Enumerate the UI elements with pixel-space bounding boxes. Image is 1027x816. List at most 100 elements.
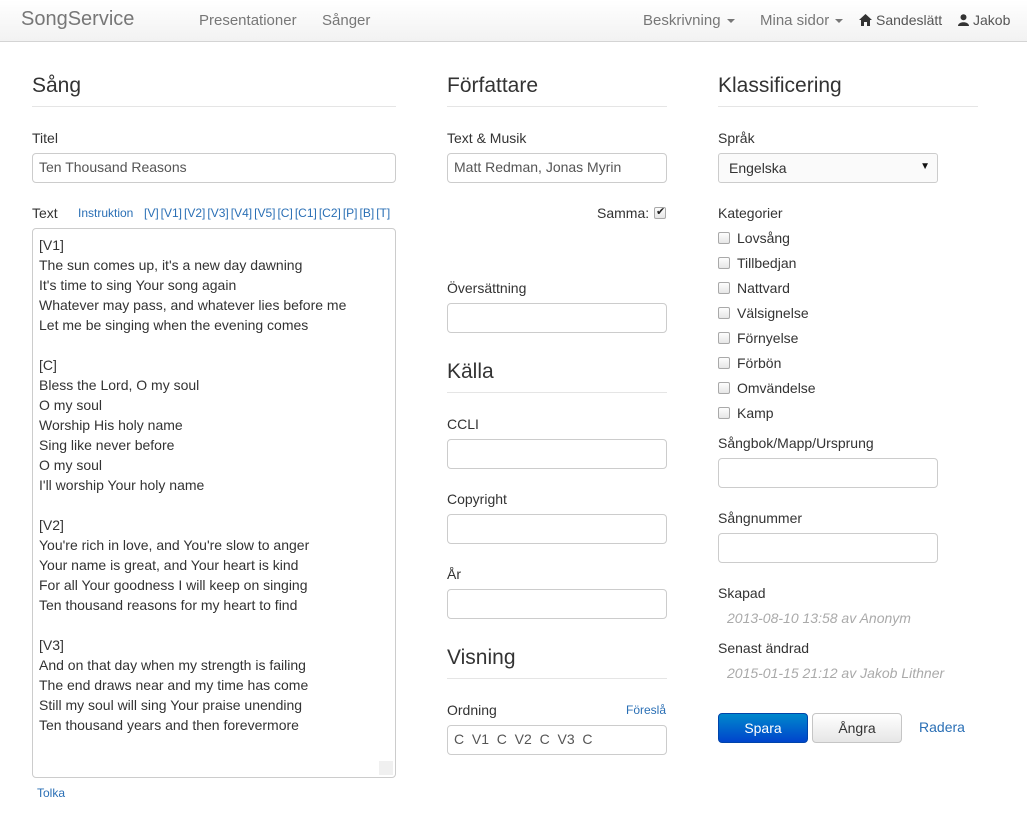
category-label: Tillbedjan xyxy=(737,255,797,271)
section-marker-links: [V] [V1] [V2] [V3] [V4] [V5] [C] [C1] [C2] [P] [B]… xyxy=(144,206,392,220)
category-label: Lovsång xyxy=(737,230,790,246)
title-input[interactable]: Ten Thousand Reasons xyxy=(32,153,396,183)
copyright-input[interactable] xyxy=(447,514,667,544)
chevron-down-icon xyxy=(835,19,844,24)
nav-home[interactable]: Sandeslätt xyxy=(859,12,942,29)
suggest-link[interactable]: Föreslå xyxy=(626,703,666,717)
lyrics-line: It's time to sing Your song again xyxy=(39,277,237,293)
category-checkbox[interactable] xyxy=(718,332,730,344)
category-checkbox[interactable] xyxy=(718,232,730,244)
instruction-link[interactable]: Instruktion xyxy=(78,206,133,220)
lyrics-blank-line xyxy=(39,615,389,635)
delete-button[interactable]: Radera xyxy=(912,713,972,743)
year-label: År xyxy=(447,566,461,582)
songbook-input[interactable] xyxy=(718,458,938,488)
text-music-input[interactable]: Matt Redman, Jonas Myrin xyxy=(447,153,667,183)
divider xyxy=(718,106,978,107)
category-item[interactable]: Förbön xyxy=(718,355,781,371)
marker-link[interactable]: [B] xyxy=(360,206,375,220)
marker-link[interactable]: [T] xyxy=(376,206,390,220)
category-checkbox[interactable] xyxy=(718,257,730,269)
marker-link[interactable]: [V4] xyxy=(231,206,252,220)
lyrics-line: Let me be singing when the evening comes xyxy=(39,317,309,333)
same-label: Samma: xyxy=(597,205,650,221)
category-checkbox[interactable] xyxy=(718,282,730,294)
lyrics-line: Worship His holy name xyxy=(39,417,183,433)
marker-link[interactable]: [C2] xyxy=(319,206,341,220)
author-heading: Författare xyxy=(447,74,539,97)
category-item[interactable]: Lovsång xyxy=(718,230,790,246)
category-item[interactable]: Förnyelse xyxy=(718,330,798,346)
songbook-label: Sångbok/Mapp/Ursprung xyxy=(718,435,874,451)
translation-input[interactable] xyxy=(447,303,667,333)
song-number-label: Sångnummer xyxy=(718,510,803,526)
nav-user[interactable]: Jakob xyxy=(958,12,1010,29)
category-label: Förnyelse xyxy=(737,330,799,346)
lyrics-line: [V1] xyxy=(39,237,64,253)
category-checkbox[interactable] xyxy=(718,382,730,394)
marker-link[interactable]: [C] xyxy=(277,206,292,220)
divider xyxy=(447,392,667,393)
lyrics-line: [C] xyxy=(39,357,57,373)
save-button[interactable]: Spara xyxy=(718,713,808,743)
nav-description-menu[interactable]: Beskrivning xyxy=(643,12,735,29)
nav-user-label: Jakob xyxy=(973,12,1011,28)
category-item[interactable]: Nattvard xyxy=(718,280,790,296)
lyrics-line: For all Your goodness I will keep on sin… xyxy=(39,577,308,593)
chevron-down-icon xyxy=(726,19,735,24)
category-checkbox[interactable] xyxy=(718,307,730,319)
language-selected-value: Engelska xyxy=(729,160,787,176)
year-input[interactable] xyxy=(447,589,667,619)
category-item[interactable]: Kamp xyxy=(718,405,774,421)
marker-link[interactable]: [V3] xyxy=(207,206,228,220)
lyrics-line: The end draws near and my time has come xyxy=(39,677,309,693)
nav-songs[interactable]: Sånger xyxy=(322,12,370,29)
category-label: Välsignelse xyxy=(737,305,809,321)
marker-link[interactable]: [V2] xyxy=(184,206,205,220)
lyrics-line: O my soul xyxy=(39,457,103,473)
divider xyxy=(447,678,667,679)
brand-logo[interactable]: SongService xyxy=(21,8,134,31)
lyrics-blank-line xyxy=(39,335,389,355)
interpret-link[interactable]: Tolka xyxy=(37,786,65,800)
language-select[interactable]: Engelska ▼ xyxy=(718,153,938,183)
lyrics-line: Bless the Lord, O my soul xyxy=(39,377,200,393)
ccli-label: CCLI xyxy=(447,416,479,432)
lyrics-line: Ten thousand reasons for my heart to fin… xyxy=(39,597,298,613)
nav-home-label: Sandeslätt xyxy=(876,12,943,28)
undo-button[interactable]: Ångra xyxy=(812,713,902,743)
lyrics-line: Sing like never before xyxy=(39,437,175,453)
category-item[interactable]: Välsignelse xyxy=(718,305,809,321)
order-input[interactable]: C V1 C V2 C V3 C xyxy=(447,725,667,755)
nav-presentations[interactable]: Presentationer xyxy=(199,12,297,29)
same-checkbox[interactable] xyxy=(654,205,666,219)
categories-label: Kategorier xyxy=(718,205,783,221)
ccli-input[interactable] xyxy=(447,439,667,469)
marker-link[interactable]: [V] xyxy=(144,206,159,220)
lyrics-line: [V2] xyxy=(39,517,64,533)
marker-link[interactable]: [V5] xyxy=(254,206,275,220)
lyrics-blank-line xyxy=(39,495,389,515)
marker-link[interactable]: [P] xyxy=(343,206,358,220)
modified-label: Senast ändrad xyxy=(718,640,810,656)
nav-description-label: Beskrivning xyxy=(643,12,721,29)
lyrics-line: O my soul xyxy=(39,397,103,413)
lyrics-textarea[interactable]: [V1] The sun comes up, it's a new day daw… xyxy=(32,228,396,778)
category-item[interactable]: Omvändelse xyxy=(718,380,816,396)
lyrics-line: I'll worship Your holy name xyxy=(39,477,205,493)
user-icon xyxy=(958,13,969,29)
resize-handle[interactable] xyxy=(379,761,393,775)
language-label: Språk xyxy=(718,130,755,146)
top-navbar: SongService Presentationer Sånger Beskri… xyxy=(0,0,1027,42)
nav-my-pages-menu[interactable]: Mina sidor xyxy=(760,12,844,29)
copyright-label: Copyright xyxy=(447,491,507,507)
category-checkbox[interactable] xyxy=(718,407,730,419)
category-item[interactable]: Tillbedjan xyxy=(718,255,796,271)
title-label: Titel xyxy=(32,130,58,146)
marker-link[interactable]: [C1] xyxy=(295,206,317,220)
song-number-input[interactable] xyxy=(718,533,938,563)
marker-link[interactable]: [V1] xyxy=(161,206,182,220)
category-checkbox[interactable] xyxy=(718,357,730,369)
lyrics-line: The sun comes up, it's a new day dawning xyxy=(39,257,303,273)
lyrics-line: Ten thousand years and then forevermore xyxy=(39,717,299,733)
